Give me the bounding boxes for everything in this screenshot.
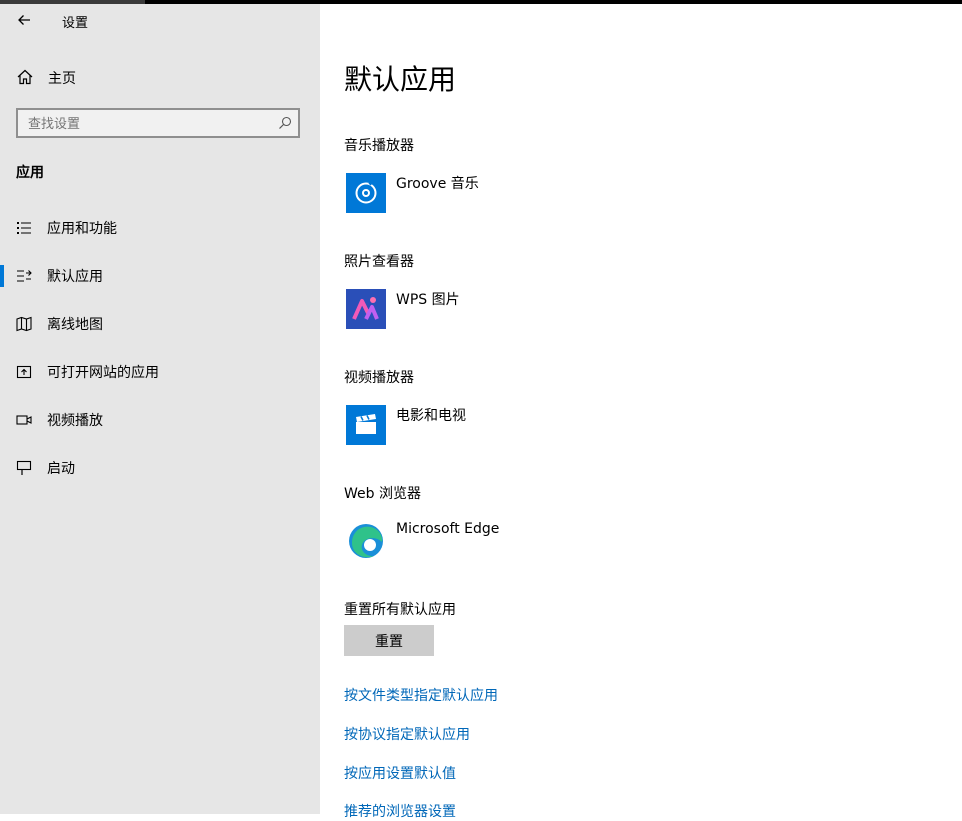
sidebar-item-offline-maps[interactable]: 离线地图 — [0, 306, 320, 342]
movies-tv-icon — [346, 405, 386, 445]
search-icon[interactable] — [278, 116, 292, 130]
reset-heading: 重置所有默认应用 — [344, 602, 456, 618]
link-by-app[interactable]: 按应用设置默认值 — [344, 763, 456, 783]
sidebar-item-label: 离线地图 — [47, 317, 103, 333]
sidebar: 设置 主页 应用 应用和功能 默认应用 离线地图 — [0, 4, 320, 814]
sidebar-item-label: 默认应用 — [47, 269, 103, 285]
back-arrow-icon[interactable] — [16, 12, 32, 28]
default-apps-icon — [17, 270, 32, 282]
app-name: Groove 音乐 — [396, 176, 479, 192]
sidebar-item-label: 视频播放 — [47, 413, 103, 429]
selection-indicator — [0, 265, 4, 287]
category-heading: 照片查看器 — [344, 254, 414, 270]
home-icon — [17, 69, 33, 85]
groove-music-icon — [346, 173, 386, 213]
edge-icon — [346, 521, 386, 561]
category-heading: Web 浏览器 — [344, 486, 421, 502]
default-app-button[interactable]: Microsoft Edge — [344, 521, 644, 565]
main-content: 默认应用 音乐播放器 Groove 音乐 照片查看器 WPS 图片 视频播放器 … — [320, 4, 962, 820]
video-icon — [16, 415, 32, 425]
sidebar-item-label: 可打开网站的应用 — [47, 365, 159, 381]
sidebar-item-apps-features[interactable]: 应用和功能 — [0, 210, 320, 246]
sidebar-item-label: 启动 — [47, 461, 75, 477]
sidebar-item-default-apps[interactable]: 默认应用 — [0, 258, 320, 294]
home-label: 主页 — [48, 71, 76, 87]
sidebar-item-apps-for-websites[interactable]: 可打开网站的应用 — [0, 354, 320, 390]
category-heading: 音乐播放器 — [344, 138, 414, 154]
sidebar-item-video-playback[interactable]: 视频播放 — [0, 402, 320, 438]
open-website-icon — [16, 365, 32, 379]
default-app-button[interactable]: WPS 图片 — [344, 289, 644, 333]
startup-icon — [16, 460, 32, 475]
default-app-button[interactable]: 电影和电视 — [344, 405, 644, 449]
wps-pictures-icon — [346, 289, 386, 329]
reset-button[interactable]: 重置 — [344, 625, 434, 656]
window-title: 设置 — [62, 16, 89, 31]
category-heading: 视频播放器 — [344, 370, 414, 386]
page-title: 默认应用 — [344, 63, 457, 96]
sidebar-item-label: 应用和功能 — [47, 221, 117, 237]
map-icon — [16, 316, 32, 332]
search-input[interactable] — [18, 110, 280, 138]
link-by-file-type[interactable]: 按文件类型指定默认应用 — [344, 685, 498, 705]
home-nav-item[interactable]: 主页 — [16, 68, 76, 87]
link-recommended-browser-settings[interactable]: 推荐的浏览器设置 — [344, 801, 456, 821]
sidebar-item-startup[interactable]: 启动 — [0, 450, 320, 486]
apps-list-icon — [17, 222, 31, 234]
default-app-button[interactable]: Groove 音乐 — [344, 173, 644, 217]
app-name: WPS 图片 — [396, 292, 460, 308]
app-name: Microsoft Edge — [396, 521, 500, 537]
search-box — [16, 108, 300, 138]
app-name: 电影和电视 — [396, 408, 466, 424]
section-title: 应用 — [16, 165, 44, 181]
link-by-protocol[interactable]: 按协议指定默认应用 — [344, 724, 470, 744]
